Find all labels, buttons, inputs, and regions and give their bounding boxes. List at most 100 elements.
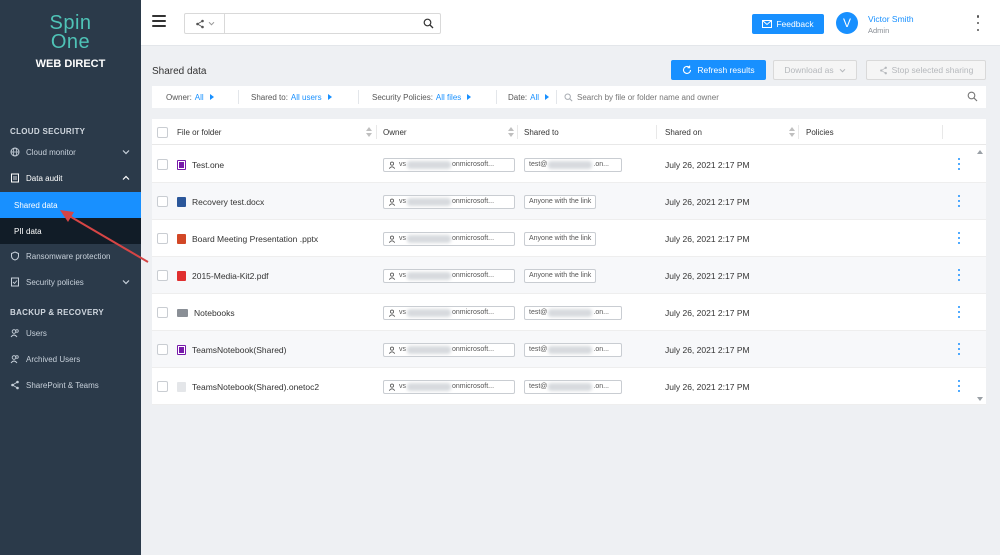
filter-shared-to[interactable]: Shared to: All users [251, 86, 332, 108]
sort-icon[interactable] [366, 127, 372, 137]
select-all-checkbox[interactable] [157, 119, 168, 145]
shared-to-chip[interactable]: test@ .on... [524, 379, 622, 394]
search-icon[interactable] [423, 18, 434, 29]
row-checkbox[interactable] [157, 368, 168, 405]
hamburger-menu-icon[interactable] [152, 15, 166, 27]
sidebar-item-data-audit[interactable]: Data audit [0, 166, 141, 190]
more-options-icon[interactable] [975, 15, 981, 31]
sidebar-item-users[interactable]: Users [0, 321, 141, 345]
sidebar-item-cloud-monitor[interactable]: Cloud monitor [0, 140, 141, 164]
table-row[interactable]: Board Meeting Presentation .pptx vs onmic… [152, 220, 986, 257]
owner-chip[interactable]: vs onmicrosoft... [383, 194, 515, 209]
stop-sharing-label: Stop selected sharing [891, 65, 974, 75]
shared-to-chip[interactable]: Anyone with the link [524, 194, 597, 209]
filter-owner[interactable]: Owner: All [166, 86, 214, 108]
file-name[interactable]: 2015-Media-Kit2.pdf [192, 271, 269, 281]
row-checkbox[interactable] [157, 331, 168, 368]
share-icon [10, 380, 20, 390]
row-actions-icon[interactable] [957, 195, 961, 207]
shared-to-chip[interactable]: test@ .on... [524, 157, 622, 172]
table-row[interactable]: Notebooks vs onmicrosoft... test@ .on... J… [152, 294, 986, 331]
row-checkbox[interactable] [157, 257, 168, 294]
sidebar-item-shared-data[interactable]: Shared data [0, 192, 141, 218]
chevron-down-icon [208, 21, 214, 26]
owner-chip[interactable]: vs onmicrosoft... [383, 231, 515, 246]
row-actions-icon[interactable] [957, 269, 961, 281]
column-owner[interactable]: Owner [383, 119, 407, 145]
shared-to-chip[interactable]: Anyone with the link [524, 268, 597, 283]
share-icon [879, 66, 887, 74]
table-row[interactable]: Recovery test.docx vs onmicrosoft... Anyo… [152, 183, 986, 220]
sort-icon[interactable] [508, 127, 514, 137]
file-name[interactable]: Test.one [192, 160, 224, 170]
global-search-input[interactable] [227, 15, 417, 32]
row-checkbox[interactable] [157, 146, 168, 183]
share-filter-select[interactable] [185, 14, 225, 33]
file-name[interactable]: Notebooks [194, 308, 235, 318]
user-name[interactable]: Victor Smith [868, 14, 914, 24]
table-row[interactable]: Test.one vs onmicrosoft... test@ .on... Ju… [152, 146, 986, 183]
user-icon [388, 198, 396, 206]
table-row[interactable]: 2015-Media-Kit2.pdf vs onmicrosoft... Any… [152, 257, 986, 294]
owner-chip[interactable]: vs onmicrosoft... [383, 268, 515, 283]
share-icon [195, 19, 204, 28]
filter-owner-value: All [194, 92, 204, 102]
table-row[interactable]: TeamsNotebook(Shared).onetoc2 vs onmicros… [152, 368, 986, 405]
row-actions-icon[interactable] [957, 343, 961, 355]
shared-to-chip[interactable]: Anyone with the link [524, 231, 597, 246]
row-actions-icon[interactable] [957, 380, 961, 392]
table-row[interactable]: TeamsNotebook(Shared) vs onmicrosoft... t… [152, 331, 986, 368]
row-checkbox[interactable] [157, 183, 168, 220]
scroll-up-arrow-icon[interactable] [977, 150, 983, 154]
column-file[interactable]: File or folder [177, 119, 221, 145]
sort-icon[interactable] [789, 127, 795, 137]
scroll-down-arrow-icon[interactable] [977, 397, 983, 401]
users-icon [10, 328, 20, 338]
sidebar-item-pii-data[interactable]: PII data [0, 218, 141, 244]
file-name[interactable]: Recovery test.docx [192, 197, 264, 207]
sidebar-item-archived-users[interactable]: Archived Users [0, 347, 141, 371]
sidebar-item-security-policies[interactable]: Security policies [0, 270, 141, 294]
sidebar: Spin One WEB DIRECT CLOUD SECURITY Cloud… [0, 0, 141, 555]
sidebar-item-sharepoint-teams[interactable]: SharePoint & Teams [0, 373, 141, 397]
shared-to-chip[interactable]: test@ .on... [524, 342, 622, 357]
row-checkbox[interactable] [157, 220, 168, 257]
row-checkbox[interactable] [157, 294, 168, 331]
filter-date[interactable]: Date: All [508, 86, 550, 108]
avatar[interactable]: V [836, 12, 858, 34]
spinone-logo[interactable]: Spin One WEB DIRECT [0, 13, 141, 70]
column-shared-to[interactable]: Shared to [524, 119, 559, 145]
file-name[interactable]: Board Meeting Presentation .pptx [192, 234, 318, 244]
column-shared-on[interactable]: Shared on [665, 119, 702, 145]
shared-on: July 26, 2021 2:17 PM [665, 307, 750, 318]
feedback-button[interactable]: Feedback [752, 14, 824, 34]
archived-users-icon [10, 354, 20, 364]
shared-on: July 26, 2021 2:17 PM [665, 344, 750, 355]
download-as-button[interactable]: Download as [773, 60, 857, 80]
row-actions-icon[interactable] [957, 158, 961, 170]
logo-line-2: One [50, 31, 91, 53]
file-name[interactable]: TeamsNotebook(Shared) [192, 345, 287, 355]
column-policies[interactable]: Policies [806, 119, 834, 145]
search-icon[interactable] [967, 91, 978, 102]
user-icon [388, 309, 396, 317]
sidebar-item-label: Ransomware protection [26, 251, 111, 261]
filter-security-policies[interactable]: Security Policies: All files [372, 86, 472, 108]
folder-icon [177, 308, 188, 317]
caret-right-icon [209, 94, 214, 100]
sidebar-item-ransomware[interactable]: Ransomware protection [0, 244, 141, 268]
chevron-down-icon [121, 147, 131, 157]
stop-selected-sharing-button[interactable]: Stop selected sharing [866, 60, 986, 80]
owner-chip[interactable]: vs onmicrosoft... [383, 342, 515, 357]
file-name[interactable]: TeamsNotebook(Shared).onetoc2 [192, 382, 319, 392]
owner-chip[interactable]: vs onmicrosoft... [383, 379, 515, 394]
file-search-input[interactable] [577, 92, 877, 102]
shared-to-chip[interactable]: test@ .on... [524, 305, 622, 320]
owner-chip[interactable]: vs onmicrosoft... [383, 305, 515, 320]
chevron-down-icon [121, 277, 131, 287]
refresh-results-button[interactable]: Refresh results [671, 60, 766, 80]
row-actions-icon[interactable] [957, 306, 961, 318]
row-actions-icon[interactable] [957, 232, 961, 244]
user-icon [388, 346, 396, 354]
owner-chip[interactable]: vs onmicrosoft... [383, 157, 515, 172]
